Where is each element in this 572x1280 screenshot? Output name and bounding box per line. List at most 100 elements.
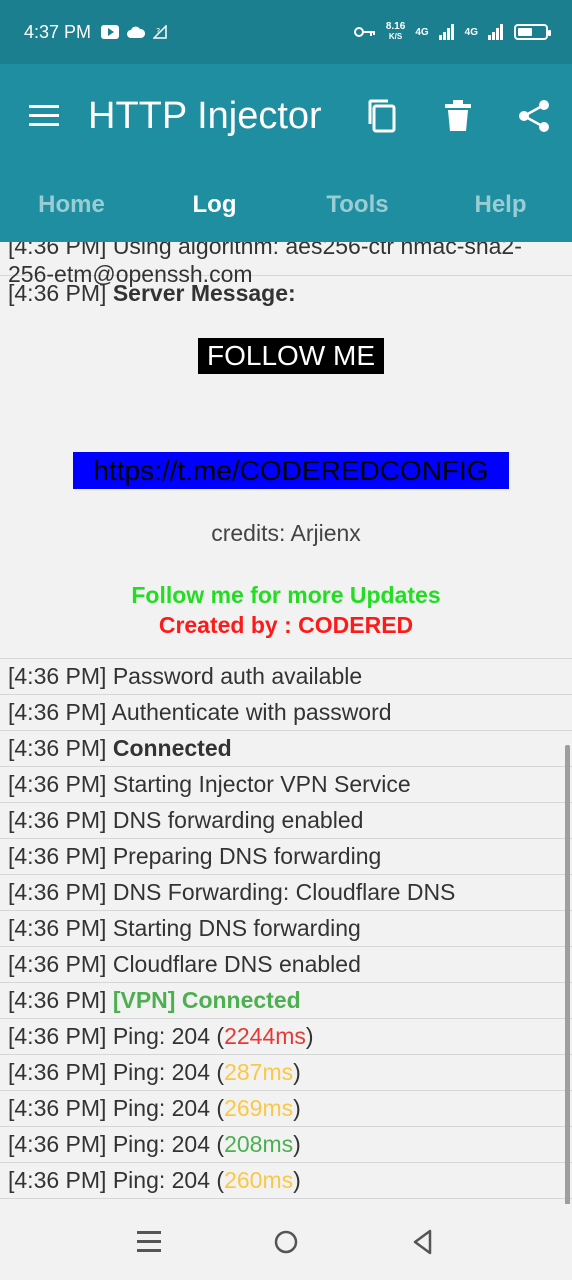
ping-label: Ping: 204 ( [112, 1059, 225, 1085]
log-text: Authenticate with password [111, 699, 392, 725]
ping-row: [4:36 PM] Ping: 204 (2244ms) [0, 1019, 572, 1055]
log-row: [4:36 PM] Preparing DNS forwarding [0, 839, 572, 875]
log-timestamp: [4:36 PM] [8, 915, 107, 941]
status-bar: 4:37 PM ? 8.16 K/S 4G 4G [0, 0, 572, 64]
menu-button[interactable] [0, 64, 88, 168]
tab-bar: Home Log Tools Help [0, 168, 572, 242]
log-text: Cloudflare DNS enabled [112, 951, 361, 977]
server-message-title: Server Message: [112, 280, 296, 306]
back-button[interactable] [393, 1212, 453, 1272]
log-timestamp: [4:36 PM] [8, 1131, 107, 1157]
log-row: [4:36 PM] [VPN] Connected [0, 983, 572, 1019]
youtube-icon [101, 25, 120, 39]
ping-label: Ping: 204 ( [112, 1131, 225, 1157]
log-scrollbar[interactable] [565, 745, 570, 1204]
delete-icon [445, 100, 471, 131]
copy-button[interactable] [344, 64, 420, 168]
ping-ms: 260ms [224, 1167, 294, 1193]
ping-row: [4:36 PM] Ping: 204 (287ms) [0, 1055, 572, 1091]
ping-row: [4:36 PM] Ping: 204 (260ms) [0, 1163, 572, 1199]
tab-tools[interactable]: Tools [286, 168, 429, 242]
network-speed: 8.16 K/S [386, 22, 405, 42]
log-timestamp: [4:36 PM] [8, 771, 107, 797]
updates-text: Follow me for more Updates [131, 582, 441, 608]
network-speed-unit: K/S [388, 32, 403, 41]
log-timestamp: [4:36 PM] [8, 843, 107, 869]
status-system-icons: 8.16 K/S 4G 4G [353, 22, 551, 42]
network-type-2: 4G [464, 26, 478, 38]
ping-label: Ping: 204 ( [112, 1167, 225, 1193]
log-text: DNS forwarding enabled [112, 807, 364, 833]
log-timestamp: [4:36 PM] [8, 1095, 107, 1121]
log-text: DNS Forwarding: Cloudflare DNS [112, 879, 456, 905]
log-timestamp: [4:36 PM] [8, 735, 107, 761]
follow-me-banner: FOLLOW ME [198, 338, 384, 374]
status-notification-icons: ? [101, 25, 167, 39]
ping-close: ) [293, 1059, 301, 1085]
svg-text:?: ? [156, 27, 160, 36]
log-timestamp: [4:36 PM] [8, 1023, 107, 1049]
ping-close: ) [293, 1167, 301, 1193]
ping-row: [4:36 PM] Ping: 204 (208ms) [0, 1127, 572, 1163]
log-timestamp: [4:36 PM] [8, 987, 107, 1013]
log-text: [VPN] Connected [112, 987, 301, 1013]
log-row: [4:36 PM] DNS forwarding enabled [0, 803, 572, 839]
cloud-icon [127, 26, 146, 38]
share-button[interactable] [496, 64, 572, 168]
log-row: [4:36 PM] DNS Forwarding: Cloudflare DNS [0, 875, 572, 911]
home-icon [274, 1230, 298, 1254]
signal-icon-2 [488, 24, 503, 40]
log-row: [4:36 PM] Starting Injector VPN Service [0, 767, 572, 803]
log-timestamp: [4:36 PM] [8, 1167, 107, 1193]
log-text: Starting Injector VPN Service [112, 771, 411, 797]
ping-ms: 2244ms [224, 1023, 306, 1049]
log-text: Connected [112, 735, 232, 761]
tab-home[interactable]: Home [0, 168, 143, 242]
recent-apps-button[interactable] [119, 1212, 179, 1272]
log-timestamp: [4:36 PM] [8, 280, 107, 306]
log-list[interactable]: [4:36 PM] Using algorithm: aes256-ctr hm… [0, 242, 572, 1204]
recent-apps-icon [136, 1231, 161, 1252]
log-timestamp: [4:36 PM] [8, 879, 107, 905]
menu-icon [29, 105, 59, 126]
status-time: 4:37 PM [24, 21, 92, 42]
ping-ms: 208ms [224, 1131, 294, 1157]
log-text: Password auth available [112, 663, 363, 689]
ping-ms: 269ms [224, 1095, 294, 1121]
tab-log[interactable]: Log [143, 168, 286, 242]
created-by-text: Created by : CODERED [158, 612, 414, 638]
ping-label: Ping: 204 ( [112, 1095, 225, 1121]
log-timestamp: [4:36 PM] [8, 663, 107, 689]
log-text: Preparing DNS forwarding [112, 843, 382, 869]
copy-icon [368, 99, 396, 133]
ping-close: ) [293, 1131, 301, 1157]
log-timestamp: [4:36 PM] [8, 1059, 107, 1085]
credits-text: credits: Arjienx [211, 520, 361, 546]
ping-close: ) [293, 1095, 301, 1121]
log-timestamp: [4:36 PM] [8, 951, 107, 977]
network-speed-value: 8.16 [385, 21, 406, 32]
back-icon [414, 1229, 432, 1255]
app-bar: HTTP Injector [0, 64, 572, 168]
ping-label: Ping: 204 ( [112, 1023, 225, 1049]
signal-unknown-icon: ? [153, 25, 167, 39]
ping-row: [4:36 PM] Ping: 204 (269ms) [0, 1091, 572, 1127]
log-timestamp: [4:36 PM] [8, 807, 107, 833]
vpn-key-icon [353, 27, 375, 37]
log-row: [4:36 PM] Connected [0, 731, 572, 767]
server-message: [4:36 PM] Server Message: FOLLOW ME http… [0, 276, 572, 659]
delete-button[interactable] [420, 64, 496, 168]
tab-help[interactable]: Help [429, 168, 572, 242]
log-row: [4:36 PM] Password auth available [0, 659, 572, 695]
log-timestamp: [4:36 PM] [8, 699, 107, 725]
telegram-link[interactable]: https://t.me/CODEREDCONFIG [73, 452, 509, 489]
server-message-header: [4:36 PM] Server Message: [0, 276, 572, 307]
home-button[interactable] [256, 1212, 316, 1272]
system-nav-bar [0, 1204, 572, 1280]
log-row: [4:36 PM] Starting DNS forwarding [0, 911, 572, 947]
log-row: [4:36 PM] Authenticate with password [0, 695, 572, 731]
network-type-1: 4G [415, 26, 429, 38]
telegram-link-text[interactable]: https://t.me/CODEREDCONFIG [73, 452, 509, 489]
app-title: HTTP Injector [88, 94, 322, 137]
log-row: [4:36 PM] Cloudflare DNS enabled [0, 947, 572, 983]
